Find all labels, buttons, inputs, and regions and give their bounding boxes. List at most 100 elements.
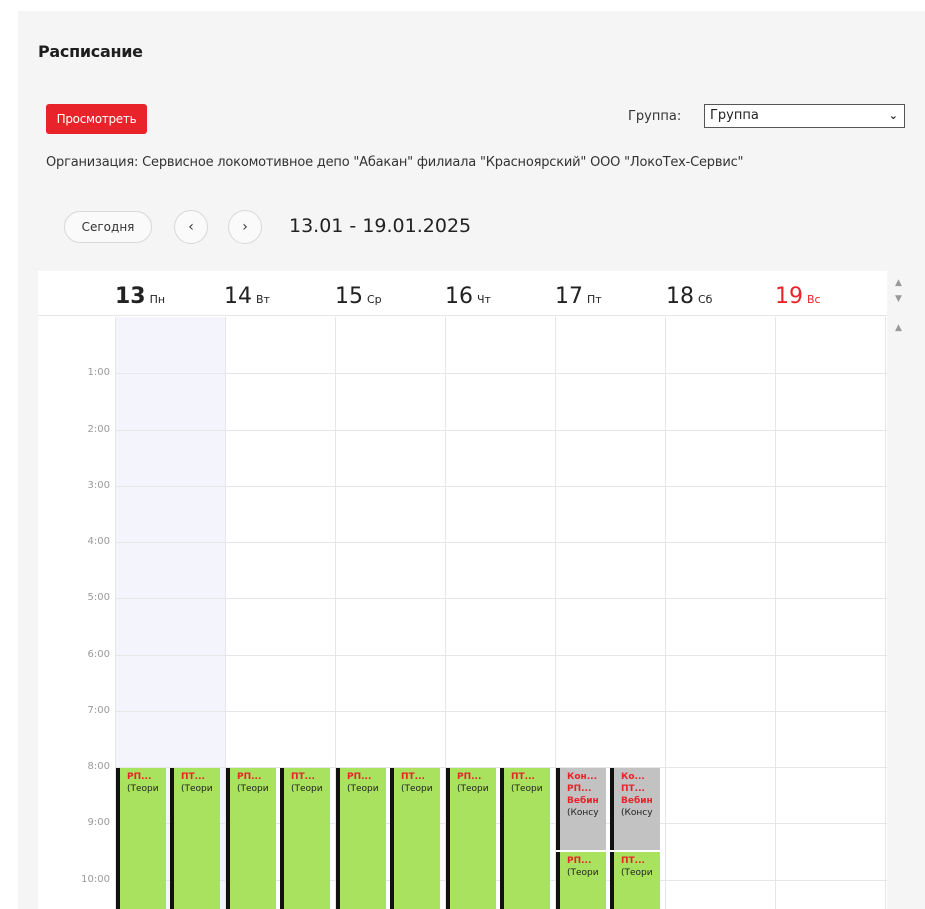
event-subtitle: (Консу: [621, 808, 653, 818]
scroll-up-icon[interactable]: ▲: [895, 278, 902, 288]
week-calendar: 13 Пн 14 Вт 15 Ср 16 Чт 17 Пт 18 Сб 19 Вс 1:00 2:00 3:0…: [38, 271, 887, 909]
grid-hline: [115, 711, 887, 712]
day-header-15[interactable]: 15 Ср: [335, 284, 382, 309]
weekday-label: Пт: [587, 293, 602, 306]
event-title: ПТ...: [621, 784, 645, 794]
day-header-17[interactable]: 17 Пт: [555, 284, 602, 309]
event-subtitle: (Теори: [621, 868, 653, 879]
event-subtitle: (Теори: [237, 784, 269, 794]
day-number: 16: [445, 284, 473, 309]
schedule-event[interactable]: ПТ... (Теори: [390, 768, 440, 909]
hour-label: 1:00: [87, 367, 110, 378]
view-button[interactable]: Просмотреть: [46, 104, 147, 134]
day-number: 18: [666, 284, 694, 309]
day-number: 19: [775, 284, 803, 309]
schedule-event[interactable]: ПТ... (Теори: [500, 768, 550, 909]
grid-hline: [115, 598, 887, 599]
hour-label: 8:00: [87, 761, 110, 772]
hour-label: 7:00: [87, 705, 110, 716]
weekday-label: Пн: [149, 293, 166, 306]
event-title: ПТ...: [401, 772, 425, 782]
calendar-grid: 1:00 2:00 3:00 4:00 5:00 6:00 7:00 8:00 9:00 10:0…: [38, 317, 887, 909]
schedule-event[interactable]: РП... (Теори: [226, 768, 276, 909]
weekday-label: Вт: [256, 293, 270, 306]
event-subtitle: (Теори: [127, 784, 159, 794]
scroll-down-icon[interactable]: ▼: [895, 294, 902, 304]
event-subtitle: (Теори: [347, 784, 379, 794]
event-title: ПТ...: [291, 772, 315, 782]
event-title: РП...: [567, 856, 592, 867]
grid-hline: [115, 486, 887, 487]
day-number: 17: [555, 284, 583, 309]
event-subtitle: (Теори: [567, 868, 599, 879]
hour-label: 9:00: [87, 817, 110, 828]
event-subtitle: (Теори: [291, 784, 323, 794]
weekday-label: Чт: [477, 293, 491, 306]
weekday-label: Сб: [698, 293, 713, 306]
event-title: Ко...: [621, 772, 645, 782]
prev-week-button[interactable]: ‹: [174, 210, 208, 244]
event-title: ПТ...: [621, 856, 645, 867]
event-title: РП...: [567, 784, 592, 794]
grid-hline: [115, 430, 887, 431]
grid-scroll-up-icon[interactable]: ▲: [895, 323, 902, 333]
schedule-event[interactable]: РП... (Теори: [446, 768, 496, 909]
event-title: РП...: [347, 772, 372, 782]
grid-hline: [115, 373, 887, 374]
chevron-right-icon: ›: [242, 219, 248, 235]
hour-label: 10:00: [81, 874, 110, 885]
hour-label: 4:00: [87, 536, 110, 547]
chevron-down-icon: ⌄: [888, 109, 898, 122]
event-title: ПТ...: [181, 772, 205, 782]
day-header-13[interactable]: 13 Пн: [115, 284, 165, 309]
event-title: Вебин: [621, 796, 653, 806]
organization-text: Организация: Сервисное локомотивное депо…: [46, 155, 744, 170]
event-subtitle: (Консу: [567, 808, 599, 818]
schedule-event[interactable]: Кон... РП... Вебин (Консу: [556, 768, 606, 851]
day-header-18[interactable]: 18 Сб: [666, 284, 712, 309]
chevron-left-icon: ‹: [188, 219, 194, 235]
grid-vline: [885, 317, 886, 909]
day-header-16[interactable]: 16 Чт: [445, 284, 491, 309]
weekday-label: Ср: [367, 293, 382, 306]
event-title: РП...: [237, 772, 262, 782]
event-subtitle: (Теори: [457, 784, 489, 794]
schedule-event[interactable]: РП... (Теори: [116, 768, 166, 909]
grid-hline: [115, 542, 887, 543]
schedule-event[interactable]: Ко... ПТ... Вебин (Консу: [610, 768, 660, 851]
schedule-event[interactable]: ПТ... (Теори: [170, 768, 220, 909]
schedule-event[interactable]: РП... (Теори: [336, 768, 386, 909]
event-subtitle: (Теори: [181, 784, 213, 794]
event-subtitle: (Теори: [511, 784, 543, 794]
schedule-event[interactable]: ПТ... (Теори: [610, 852, 660, 909]
date-range: 13.01 - 19.01.2025: [289, 215, 472, 237]
day-number: 13: [115, 284, 146, 309]
day-number: 14: [224, 284, 252, 309]
page-title: Расписание: [38, 42, 143, 61]
schedule-event[interactable]: ПТ... (Теори: [280, 768, 330, 909]
day-header-14[interactable]: 14 Вт: [224, 284, 270, 309]
event-title: Вебин: [567, 796, 599, 806]
hour-label: 2:00: [87, 424, 110, 435]
next-week-button[interactable]: ›: [228, 210, 262, 244]
hour-label: 3:00: [87, 480, 110, 491]
event-title: РП...: [457, 772, 482, 782]
event-subtitle: (Теори: [401, 784, 433, 794]
event-title: ПТ...: [511, 772, 535, 782]
hour-label: 6:00: [87, 649, 110, 660]
day-number: 15: [335, 284, 363, 309]
hour-label: 5:00: [87, 592, 110, 603]
today-button[interactable]: Сегодня: [64, 211, 152, 243]
group-select[interactable]: Группа ⌄: [704, 104, 905, 128]
event-title: Кон...: [567, 772, 598, 782]
day-header-19[interactable]: 19 Вс: [775, 284, 821, 309]
group-label: Группа:: [628, 109, 682, 124]
event-title: РП...: [127, 772, 152, 782]
grid-hline: [115, 655, 887, 656]
calendar-header: 13 Пн 14 Вт 15 Ср 16 Чт 17 Пт 18 Сб 19 Вс: [38, 271, 887, 316]
grid-vline: [775, 317, 776, 909]
group-select-value: Группа: [710, 108, 759, 123]
schedule-event[interactable]: РП... (Теори: [556, 852, 606, 909]
weekday-label: Вс: [807, 293, 821, 306]
grid-vline: [665, 317, 666, 909]
